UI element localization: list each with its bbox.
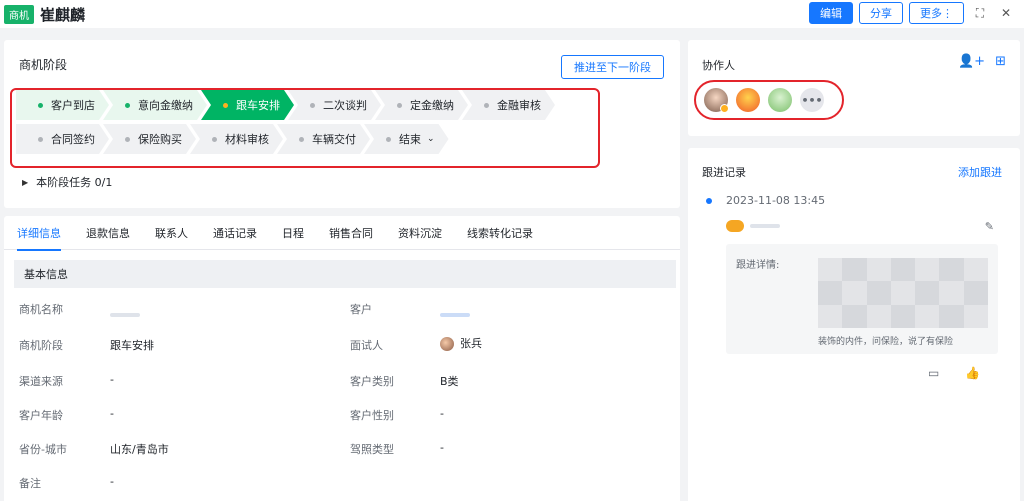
field-label: 客户年龄 [19, 409, 63, 422]
collaborators-card: 协作人 👤+ ⊞ ••• [688, 40, 1020, 136]
followup-card: 跟进记录 添加跟进 2023-11-08 13:45 ✎ 跟进详情: 装饰的内件… [688, 148, 1020, 501]
field-value: 跟车安排 [110, 339, 154, 352]
field-label: 客户性别 [350, 409, 394, 422]
annotation-highlight [694, 80, 844, 120]
field-value: B类 [440, 375, 459, 388]
advance-stage-button[interactable]: 推进至下一阶段 [561, 55, 664, 79]
field-label: 渠道来源 [19, 375, 63, 388]
share-button[interactable]: 分享 [859, 2, 903, 24]
field-label: 省份-城市 [19, 443, 67, 456]
field-value: - [440, 407, 444, 420]
timeline-dot-icon [706, 198, 712, 204]
comment-icon[interactable]: ▭ [928, 366, 939, 380]
tab-schedule[interactable]: 日程 [282, 216, 304, 250]
avatar [440, 337, 454, 351]
field-value: - [110, 475, 114, 488]
stage-title: 商机阶段 [19, 58, 68, 72]
collaborators-title: 协作人 [702, 59, 735, 72]
field-value: 山东/青岛市 [110, 443, 169, 456]
section-basic-info: 基本信息 [14, 260, 676, 288]
detail-tabs: 详细信息 退款信息 联系人 通话记录 日程 销售合同 资料沉淀 线索转化记录 [4, 216, 680, 251]
redacted-text [440, 313, 470, 317]
edit-button[interactable]: 编辑 [809, 2, 853, 24]
record-title: 崔麒麟 [40, 5, 86, 24]
redacted-text [110, 313, 140, 317]
customer-link[interactable] [440, 307, 470, 320]
detail-card: 详细信息 退款信息 联系人 通话记录 日程 销售合同 资料沉淀 线索转化记录 基… [4, 216, 680, 501]
field-value-redacted [110, 307, 140, 320]
field-label: 备注 [19, 477, 41, 490]
followup-detail-label: 跟进详情: [736, 260, 780, 271]
tab-contacts[interactable]: 联系人 [155, 216, 188, 250]
avatar [726, 220, 744, 232]
tab-lead-conversion[interactable]: 线索转化记录 [467, 216, 533, 250]
field-label: 客户类别 [350, 375, 394, 388]
field-label: 商机名称 [19, 303, 63, 316]
redacted-text [750, 224, 780, 228]
page-header: 商机 崔麒麟 编辑 分享 更多⋮ ⛶ ✕ [0, 0, 1024, 28]
followup-detail-text: 装饰的内件，问保险，说了有保险 [818, 337, 954, 347]
fullscreen-icon[interactable]: ⛶ [970, 3, 990, 23]
followup-title: 跟进记录 [702, 166, 746, 179]
stage-card: 商机阶段 推进至下一阶段 客户到店 意向金缴纳 跟车安排 二次谈判 定金缴纳 金… [4, 40, 680, 208]
stage-task-toggle[interactable]: ▶ 本阶段任务 0/1 [22, 174, 112, 190]
annotation-highlight [10, 88, 600, 168]
field-label: 面试人 [350, 339, 383, 352]
stage-task-label: 本阶段任务 0/1 [36, 176, 113, 189]
field-value: - [440, 441, 444, 454]
field-label: 商机阶段 [19, 339, 63, 352]
followup-detail: 跟进详情: 装饰的内件，问保险，说了有保险 [726, 244, 998, 354]
redacted-content [818, 258, 988, 328]
field-value: - [110, 373, 114, 386]
add-followup-link[interactable]: 添加跟进 [958, 164, 1002, 180]
tab-calls[interactable]: 通话记录 [213, 216, 257, 250]
collaborator-actions: 👤+ ⊞ [958, 54, 1006, 69]
add-icon[interactable]: ⊞ [995, 54, 1006, 69]
header-actions: 编辑 分享 更多⋮ ⛶ ✕ [809, 2, 1016, 24]
close-icon[interactable]: ✕ [996, 3, 1016, 23]
like-icon[interactable]: 👍 [965, 366, 980, 380]
tab-refund[interactable]: 退款信息 [86, 216, 130, 250]
tab-materials[interactable]: 资料沉淀 [398, 216, 442, 250]
add-user-icon[interactable]: 👤+ [958, 54, 985, 69]
caret-right-icon: ▶ [22, 177, 29, 187]
edit-icon[interactable]: ✎ [985, 220, 994, 233]
interviewer-value: 张兵 [440, 335, 482, 351]
followup-actions: ▭ 👍 [928, 366, 980, 380]
interviewer-name: 张兵 [460, 337, 482, 350]
followup-author [726, 220, 780, 232]
record-type-tag: 商机 [4, 4, 34, 24]
tab-contracts[interactable]: 销售合同 [329, 216, 373, 250]
more-button[interactable]: 更多⋮ [909, 2, 964, 24]
field-label: 驾照类型 [350, 443, 394, 456]
tab-details[interactable]: 详细信息 [17, 216, 61, 251]
field-value: - [110, 407, 114, 420]
followup-time: 2023-11-08 13:45 [726, 194, 826, 207]
field-label: 客户 [350, 303, 372, 316]
